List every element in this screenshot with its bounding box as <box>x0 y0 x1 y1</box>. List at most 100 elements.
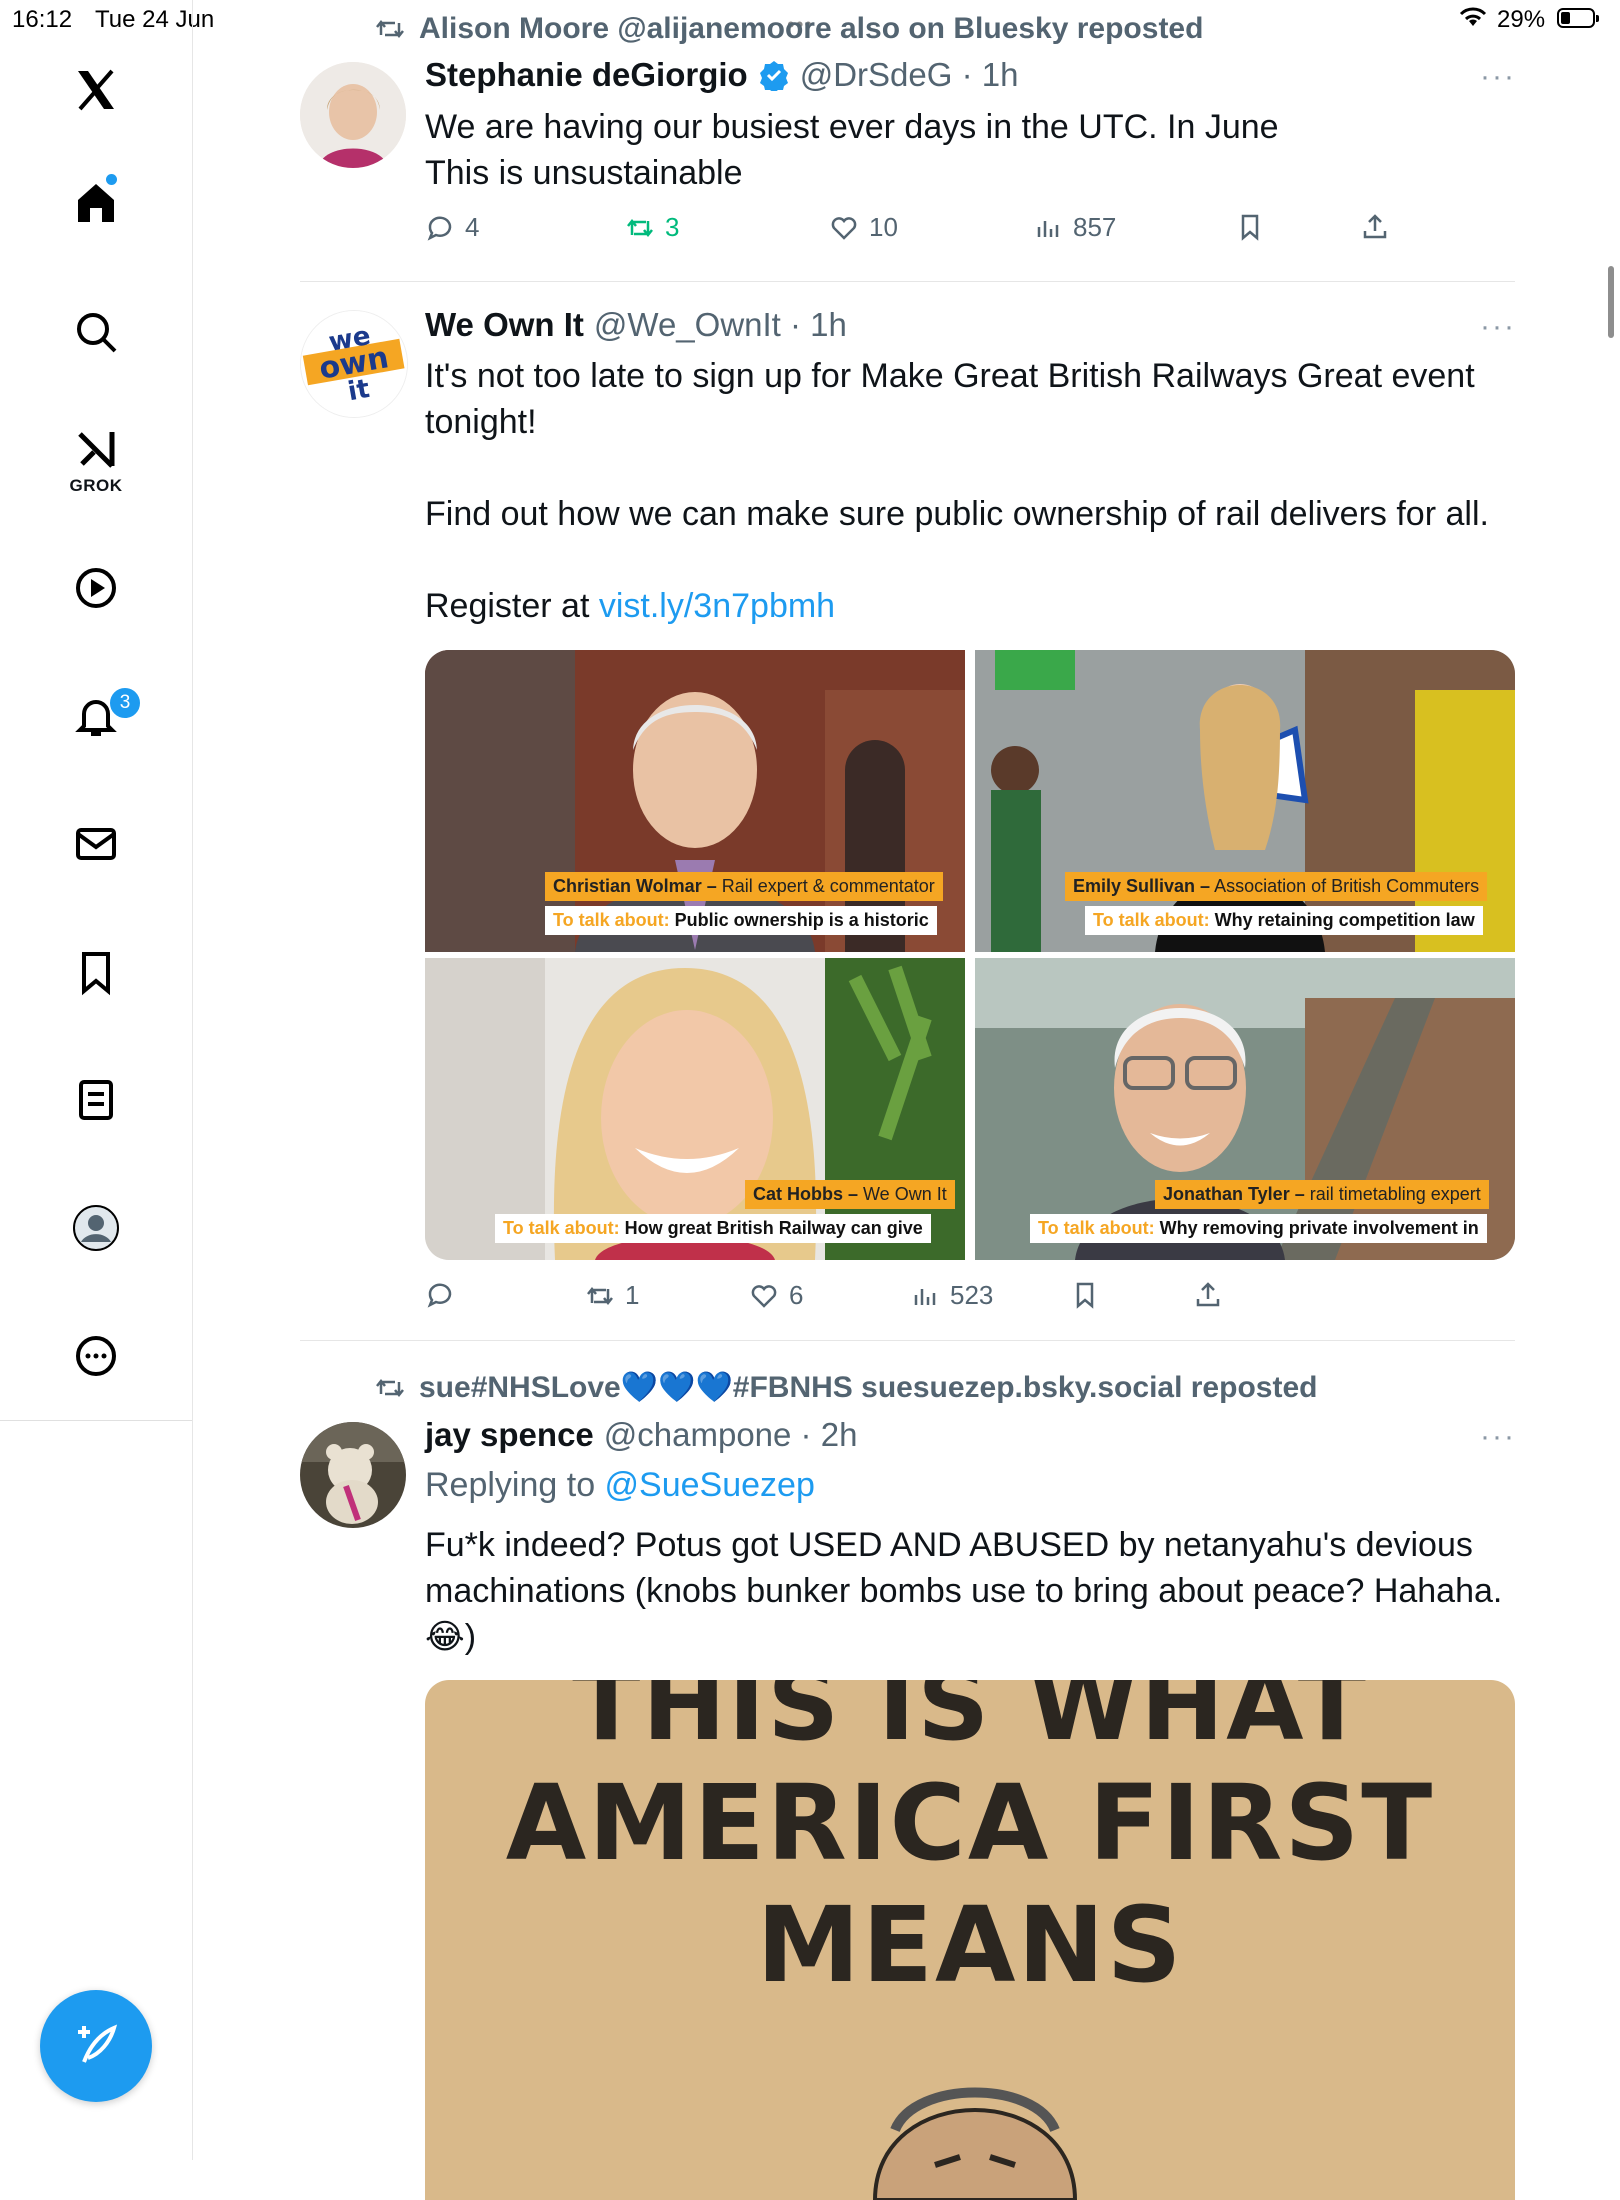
replying-to-handle[interactable]: @SueSuezep <box>605 1466 815 1504</box>
messages-icon[interactable] <box>66 814 126 874</box>
avatar[interactable] <box>300 62 406 168</box>
author-name[interactable]: jay spence <box>425 1416 594 1454</box>
media-grid[interactable]: Christian Wolmar – Rail expert & comment… <box>425 650 1515 1260</box>
repost-icon <box>376 1378 404 1397</box>
reply-icon <box>427 216 452 241</box>
avatar[interactable]: we own it <box>300 310 408 418</box>
repost-count: 1 <box>625 1280 640 1310</box>
x-logo-icon[interactable] <box>66 60 126 120</box>
more-icon[interactable] <box>66 1326 126 1386</box>
post-header: Stephanie deGiorgio @DrSdeG · 1h <box>425 56 1018 94</box>
avatar[interactable] <box>300 1422 406 1528</box>
post-text-body: It's not too late to sign up for Make Gr… <box>425 357 1489 625</box>
post-text: We are having our busiest ever days in t… <box>425 108 1279 192</box>
sidebar: GROK 3 <box>0 0 193 2160</box>
image-talk-caption: To talk about: Why removing private invo… <box>1030 1214 1487 1243</box>
compose-post-button[interactable] <box>40 1990 152 2102</box>
repost-button[interactable]: 1 <box>585 1280 639 1311</box>
home-icon[interactable] <box>66 172 126 232</box>
post-text: It's not too late to sign up for Make Gr… <box>425 353 1510 629</box>
media-image-christian-wolmar[interactable]: Christian Wolmar – Rail expert & comment… <box>425 650 965 952</box>
heart-icon <box>751 1284 777 1308</box>
image-talk-caption: To talk about: How great British Railway… <box>495 1214 931 1243</box>
image-talk-caption: To talk about: Why retaining competition… <box>1085 906 1483 935</box>
views-button[interactable]: 857 <box>1033 212 1116 243</box>
lists-icon[interactable] <box>66 1070 126 1130</box>
view-count: 523 <box>950 1280 994 1310</box>
bookmark-icon <box>1076 1282 1094 1309</box>
bookmark-button[interactable] <box>1235 212 1265 242</box>
media-image-jonathan-tyler[interactable]: Jonathan Tyler – rail timetabling expert… <box>975 958 1515 1260</box>
reply-icon <box>427 1283 452 1308</box>
video-icon[interactable] <box>66 558 126 618</box>
share-button[interactable] <box>1193 1280 1223 1310</box>
battery-icon <box>1557 8 1599 28</box>
post-header: We Own It @We_OwnIt · 1h <box>425 306 847 344</box>
media-image-cat-hobbs[interactable]: Cat Hobbs – We Own It To talk about: How… <box>425 958 965 1260</box>
bookmarks-icon[interactable] <box>66 942 126 1002</box>
repost-count: 3 <box>665 212 680 242</box>
compose-icon <box>78 2024 118 2063</box>
heart-icon <box>831 216 857 240</box>
post-text: Fu*k indeed? Potus got USED AND ABUSED b… <box>425 1526 1512 1656</box>
grok-label: GROK <box>69 476 123 495</box>
post-actions: 1 6 523 <box>425 1280 1515 1320</box>
poster-line-3: MEANS <box>756 1884 1184 2006</box>
author-handle-time[interactable]: @DrSdeG · 1h <box>800 56 1019 94</box>
views-button[interactable]: 523 <box>910 1280 993 1311</box>
repost-indicator: Alison Moore @alijanemoore also on Blues… <box>375 12 1203 46</box>
image-name-caption: Jonathan Tyler – rail timetabling expert <box>1155 1180 1489 1209</box>
poster-illustration <box>872 2087 1078 2200</box>
like-button[interactable]: 6 <box>749 1280 803 1311</box>
views-icon <box>914 1288 936 1305</box>
grok-icon[interactable] <box>66 420 126 480</box>
bookmark-button[interactable] <box>1070 1280 1100 1310</box>
scrollbar[interactable] <box>1608 266 1614 338</box>
wifi-icon <box>1458 4 1488 37</box>
like-count: 6 <box>789 1280 804 1310</box>
home-unread-dot <box>106 174 117 185</box>
like-button[interactable]: 10 <box>829 212 898 243</box>
share-icon <box>1196 1282 1220 1307</box>
repost-icon <box>376 19 404 39</box>
verified-badge-icon <box>759 61 788 91</box>
repost-indicator: sue#NHSLove💙💙💙#FBNHS suesuezep.bsky.soci… <box>375 1370 1317 1405</box>
repost-text[interactable]: sue#NHSLove💙💙💙#FBNHS suesuezep.bsky.soci… <box>419 1370 1317 1405</box>
profile-icon[interactable] <box>66 1198 126 1258</box>
search-icon[interactable] <box>66 302 126 362</box>
notifications-badge: 3 <box>108 686 142 720</box>
media-image-emily-sullivan[interactable]: Emily Sullivan – Association of British … <box>975 650 1515 952</box>
post-options-button[interactable]: ··· <box>1480 60 1516 94</box>
like-count: 10 <box>869 212 898 242</box>
view-count: 857 <box>1073 212 1117 242</box>
reply-count: 4 <box>465 212 480 242</box>
image-name-caption: Emily Sullivan – Association of British … <box>1065 872 1488 901</box>
repost-button[interactable]: 3 <box>625 212 679 243</box>
media-image-poster[interactable]: THIS IS WHAT AMERICA FIRST MEANS <box>425 1680 1515 2200</box>
repost-icon <box>627 218 653 237</box>
author-handle-time[interactable]: @We_OwnIt · 1h <box>594 306 847 344</box>
repost-text[interactable]: Alison Moore @alijanemoore also on Blues… <box>419 12 1203 46</box>
author-name[interactable]: Stephanie deGiorgio <box>425 56 748 94</box>
poster-line-2: AMERICA FIRST <box>505 1762 1435 1884</box>
battery-percent: 29% <box>1497 6 1546 33</box>
bookmark-icon <box>1241 214 1259 241</box>
reply-button[interactable]: 4 <box>425 212 479 243</box>
poster-line-1: THIS IS WHAT <box>572 1680 1368 1763</box>
post-header: jay spence @champone · 2h <box>425 1416 857 1454</box>
views-icon <box>1037 220 1059 237</box>
image-talk-caption: To talk about: Public ownership is a his… <box>545 906 937 935</box>
post-options-button[interactable]: ··· <box>1480 1420 1516 1454</box>
replying-to: Replying to @SueSuezep <box>425 1466 815 1504</box>
author-name[interactable]: We Own It <box>425 306 584 344</box>
post-link[interactable]: vist.ly/3n7pbmh <box>599 587 835 625</box>
author-handle-time[interactable]: @champone · 2h <box>604 1416 858 1454</box>
reply-button[interactable] <box>425 1280 465 1310</box>
share-icon <box>1363 214 1387 239</box>
share-button[interactable] <box>1360 212 1390 242</box>
post-divider <box>300 1340 1515 1341</box>
post-divider <box>300 281 1515 282</box>
repost-icon <box>587 1286 613 1305</box>
image-name-caption: Cat Hobbs – We Own It <box>745 1180 955 1209</box>
post-options-button[interactable]: ··· <box>1480 310 1516 344</box>
